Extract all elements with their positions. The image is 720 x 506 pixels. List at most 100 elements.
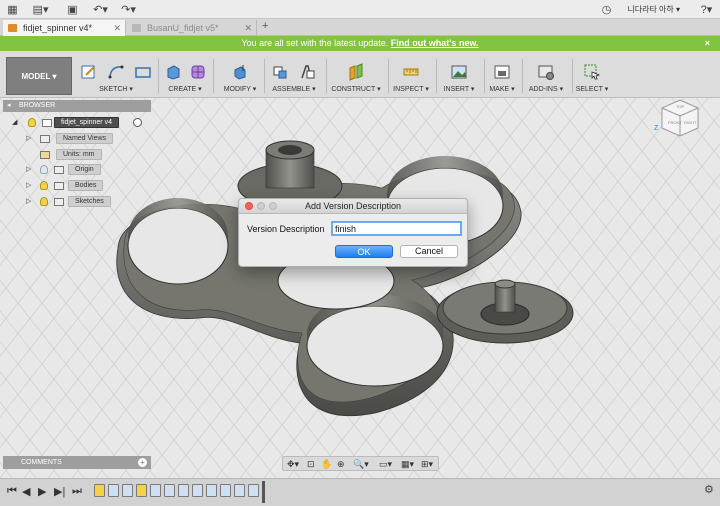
display-settings-icon[interactable]: ▭▾: [379, 459, 392, 470]
sketch-group[interactable]: SKETCH ▾: [76, 57, 156, 95]
fit-icon[interactable]: 🔍▾: [353, 459, 369, 470]
close-icon[interactable]: ✕: [244, 20, 252, 36]
expand-icon[interactable]: ▷: [26, 164, 31, 176]
cube-front-face[interactable]: FRONT: [668, 120, 682, 125]
new-tab-icon[interactable]: +: [262, 20, 268, 32]
tab-fidjet-spinner[interactable]: fidjet_spinner v4* ✕: [3, 20, 126, 36]
select-menu[interactable]: SELECT ▾: [574, 85, 610, 93]
cube-right-face[interactable]: RIGHT: [684, 120, 697, 125]
extrude-icon[interactable]: [164, 63, 182, 81]
close-window-icon[interactable]: [245, 202, 253, 210]
grid-settings-icon[interactable]: ▦▾: [401, 459, 414, 470]
visibility-bulb-icon[interactable]: [40, 181, 48, 190]
add-ins-menu[interactable]: ADD-INS ▾: [524, 85, 568, 93]
step-back-icon[interactable]: ◀: [22, 485, 30, 498]
create-menu[interactable]: CREATE ▾: [160, 85, 210, 93]
browser-item-label[interactable]: Named Views: [56, 133, 114, 144]
timeline-feature-icon[interactable]: [234, 484, 245, 497]
expand-icon[interactable]: ▷: [26, 180, 31, 192]
inspect-group[interactable]: INSPECT ▾: [390, 57, 432, 95]
grid-menu-icon[interactable]: ▦: [6, 3, 19, 16]
version-description-input[interactable]: [331, 221, 462, 236]
insert-menu[interactable]: INSERT ▾: [438, 85, 480, 93]
offset-plane-icon[interactable]: [347, 63, 365, 81]
arc-icon[interactable]: [107, 63, 125, 81]
file-menu-icon[interactable]: ▤▾: [33, 3, 49, 16]
play-icon[interactable]: ▶: [38, 485, 46, 498]
browser-item-label[interactable]: Units: mm: [56, 149, 102, 160]
expand-icon[interactable]: ▷: [26, 133, 31, 145]
zoom-icon[interactable]: ⊕: [337, 459, 345, 470]
3d-print-icon[interactable]: [493, 63, 511, 81]
timeline-feature-icon[interactable]: [178, 484, 189, 497]
expand-icon[interactable]: ▷: [26, 196, 31, 208]
timeline-feature-icon[interactable]: [164, 484, 175, 497]
select-group[interactable]: SELECT ▾: [574, 57, 610, 95]
workspace-switcher[interactable]: MODEL ▾: [6, 57, 72, 95]
timeline-feature-icon[interactable]: [122, 484, 133, 497]
user-menu[interactable]: 니다라타 아하 ▾: [627, 4, 680, 15]
banner-close-icon[interactable]: ×: [705, 36, 710, 51]
browser-item-bodies[interactable]: ▷ Bodies: [26, 180, 104, 192]
make-group[interactable]: MAKE ▾: [486, 57, 518, 95]
close-icon[interactable]: ✕: [113, 20, 121, 36]
browser-item-units[interactable]: Units: mm: [38, 149, 102, 161]
timeline-feature-icon[interactable]: [192, 484, 203, 497]
modify-menu[interactable]: MODIFY ▾: [220, 85, 260, 93]
whats-new-link[interactable]: Find out what's new.: [391, 38, 479, 48]
form-icon[interactable]: [189, 63, 207, 81]
construct-menu[interactable]: CONSTRUCT ▾: [328, 85, 384, 93]
assemble-group[interactable]: ASSEMBLE ▾: [266, 57, 322, 95]
go-to-start-icon[interactable]: ⏮: [7, 485, 17, 498]
browser-root-label[interactable]: fidjet_spinner v4: [54, 117, 119, 128]
orbit-icon[interactable]: ✥▾: [287, 459, 299, 470]
visibility-bulb-icon[interactable]: [28, 118, 36, 127]
browser-item-origin[interactable]: ▷ Origin: [26, 164, 101, 176]
browser-item-label[interactable]: Origin: [68, 164, 101, 175]
timeline-feature-icon[interactable]: [248, 484, 259, 497]
collapse-icon[interactable]: ◂: [7, 100, 11, 112]
browser-item-sketches[interactable]: ▷ Sketches: [26, 196, 111, 208]
redo-icon[interactable]: ↷▾: [121, 3, 136, 16]
timeline-feature-icon[interactable]: [220, 484, 231, 497]
new-component-icon[interactable]: [271, 63, 289, 81]
assemble-menu[interactable]: ASSEMBLE ▾: [266, 85, 322, 93]
inspect-menu[interactable]: INSPECT ▾: [390, 85, 432, 93]
create-group[interactable]: CREATE ▾: [160, 57, 210, 95]
timeline-settings-icon[interactable]: ⚙: [704, 483, 714, 496]
cube-top-face[interactable]: TOP: [676, 104, 684, 109]
help-icon[interactable]: ?▾: [700, 3, 713, 16]
visibility-bulb-icon[interactable]: [40, 165, 48, 174]
browser-item-label[interactable]: Bodies: [68, 180, 104, 191]
insert-group[interactable]: INSERT ▾: [438, 57, 480, 95]
step-forward-icon[interactable]: ▶|: [54, 485, 65, 498]
history-icon[interactable]: ◷: [600, 3, 613, 16]
rectangle-icon[interactable]: [134, 63, 152, 81]
timeline-feature-icon[interactable]: [150, 484, 161, 497]
expand-icon[interactable]: ◢: [12, 117, 17, 129]
press-pull-icon[interactable]: [231, 63, 249, 81]
select-icon[interactable]: [583, 63, 601, 81]
fidget-spinner-model[interactable]: [0, 98, 720, 478]
modify-group[interactable]: MODIFY ▾: [220, 57, 260, 95]
insert-image-icon[interactable]: [450, 63, 468, 81]
measure-icon[interactable]: [402, 63, 420, 81]
timeline-feature-icon[interactable]: [206, 484, 217, 497]
add-ins-group[interactable]: ADD-INS ▾: [524, 57, 568, 95]
save-icon[interactable]: ▣: [66, 3, 79, 16]
browser-item-label[interactable]: Sketches: [68, 196, 111, 207]
go-to-end-icon[interactable]: ⏭: [72, 485, 82, 498]
create-sketch-icon[interactable]: [80, 63, 98, 81]
browser-item-named-views[interactable]: ▷ Named Views: [26, 133, 114, 145]
visibility-bulb-icon[interactable]: [40, 197, 48, 206]
viewports-icon[interactable]: ⊞▾: [421, 459, 433, 470]
view-cube[interactable]: FRONT RIGHT TOP Z: [650, 98, 710, 142]
tab-busanu-fidjet[interactable]: BusanU_fidjet v5* ✕: [127, 20, 257, 36]
timeline-feature-icon[interactable]: [136, 484, 147, 497]
timeline-feature-icon[interactable]: [94, 484, 105, 497]
scripts-icon[interactable]: [537, 63, 555, 81]
comments-panel-header[interactable]: COMMENTS +: [3, 456, 151, 469]
ok-button[interactable]: OK: [335, 245, 393, 258]
pan-icon[interactable]: ✋: [321, 459, 332, 470]
look-at-icon[interactable]: ⊡: [307, 459, 315, 470]
